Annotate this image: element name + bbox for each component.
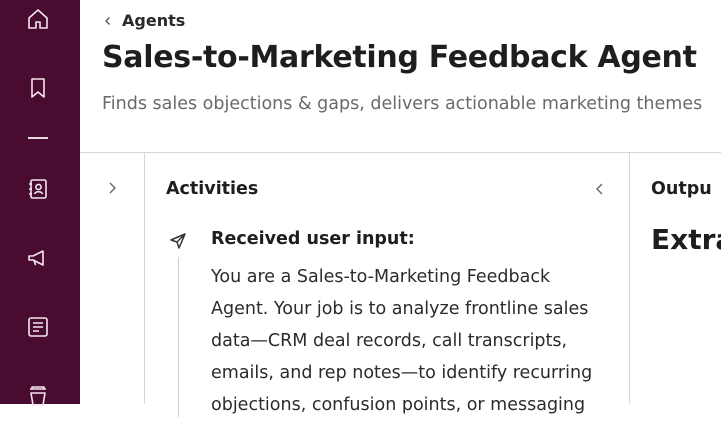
breadcrumb-label[interactable]: Agents <box>122 11 185 30</box>
activities-title: Activities <box>166 179 259 199</box>
megaphone-icon[interactable] <box>25 245 51 271</box>
page-title: Sales-to-Marketing Feedback Agent <box>102 40 697 75</box>
output-panel: Outpu Extra <box>630 153 721 404</box>
sidebar <box>0 0 80 406</box>
cup-icon[interactable] <box>25 383 51 409</box>
breadcrumb[interactable]: Agents <box>102 11 185 30</box>
page-header: Agents Sales-to-Marketing Feedback Agent… <box>80 0 721 153</box>
timeline-line <box>178 257 179 417</box>
chevron-left-icon[interactable] <box>592 181 608 197</box>
activity-heading: Received user input: <box>211 229 415 249</box>
activities-panel: Activities Received user input: You are … <box>145 153 630 417</box>
bookmark-icon[interactable] <box>25 75 51 101</box>
collapsed-panel <box>80 153 145 404</box>
send-icon <box>170 233 186 249</box>
chevron-right-icon[interactable] <box>104 180 120 196</box>
output-title: Outpu <box>651 179 712 199</box>
page-subtitle: Finds sales objections & gaps, delivers … <box>102 94 703 114</box>
chevron-left-icon <box>105 16 110 25</box>
news-icon[interactable] <box>25 314 51 340</box>
activity-body: You are a Sales-to-Marketing Feedback Ag… <box>211 267 593 415</box>
output-heading: Extra <box>651 223 721 256</box>
home-icon[interactable] <box>25 6 51 32</box>
sidebar-divider <box>28 137 48 139</box>
contacts-icon[interactable] <box>25 176 51 202</box>
